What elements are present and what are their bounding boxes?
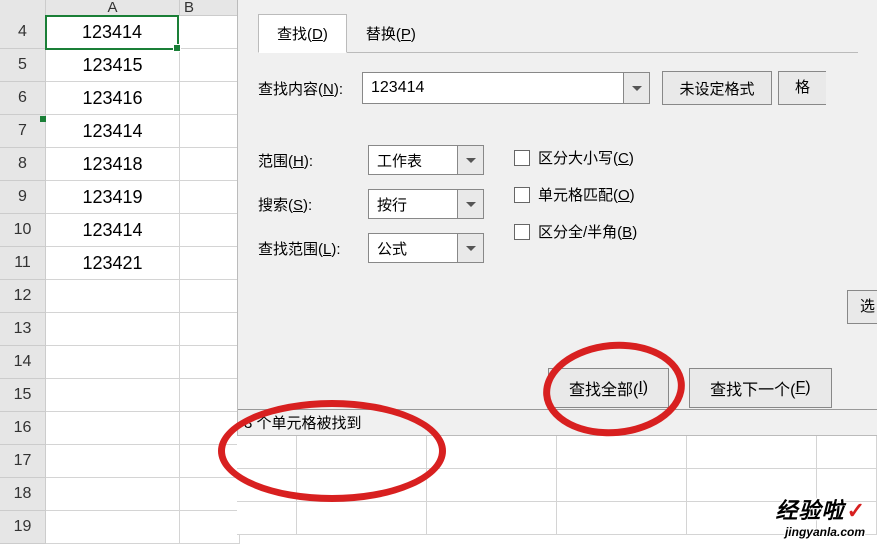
cell[interactable] bbox=[180, 478, 240, 511]
cell[interactable] bbox=[180, 49, 240, 82]
find-status-bar: 3 个单元格被找到 bbox=[238, 409, 877, 435]
scope-select[interactable]: 工作表 bbox=[368, 145, 458, 175]
lookin-label: 查找范围(L): bbox=[258, 238, 368, 259]
row-header[interactable]: 5 bbox=[0, 49, 46, 82]
row-header[interactable]: 15 bbox=[0, 379, 46, 412]
cell[interactable]: 123419 bbox=[46, 181, 180, 214]
cell[interactable] bbox=[180, 181, 240, 214]
cell[interactable] bbox=[180, 313, 240, 346]
cell[interactable] bbox=[46, 445, 180, 478]
row-header[interactable]: 8 bbox=[0, 148, 46, 181]
row-header[interactable]: 9 bbox=[0, 181, 46, 214]
row-header[interactable]: 4 bbox=[0, 16, 46, 49]
search-label: 搜索(S): bbox=[258, 194, 368, 215]
cell[interactable] bbox=[180, 148, 240, 181]
row-header[interactable]: 6 bbox=[0, 82, 46, 115]
find-all-button[interactable]: 查找全部(I) bbox=[548, 368, 669, 408]
cell[interactable] bbox=[46, 511, 180, 544]
search-chevron[interactable] bbox=[458, 189, 484, 219]
find-what-input[interactable] bbox=[362, 72, 624, 104]
scope-chevron[interactable] bbox=[458, 145, 484, 175]
format-preview-button[interactable]: 未设定格式 bbox=[662, 71, 772, 105]
cell[interactable] bbox=[427, 502, 557, 535]
cell[interactable] bbox=[180, 115, 240, 148]
row-header[interactable]: 13 bbox=[0, 313, 46, 346]
chevron-down-icon bbox=[466, 202, 476, 207]
cell[interactable] bbox=[46, 478, 180, 511]
cell[interactable] bbox=[46, 346, 180, 379]
cell[interactable] bbox=[180, 214, 240, 247]
lookin-chevron[interactable] bbox=[458, 233, 484, 263]
watermark: 经验啦✓ jingyanla.com bbox=[776, 493, 865, 539]
search-select[interactable]: 按行 bbox=[368, 189, 458, 219]
cell[interactable] bbox=[297, 436, 427, 469]
find-replace-dialog: 查找(D) 替换(P) 查找内容(N): 未设定格式 格 范围(H): 工作表 bbox=[237, 0, 877, 436]
cell[interactable] bbox=[46, 280, 180, 313]
check-icon: ✓ bbox=[847, 498, 865, 523]
cell[interactable] bbox=[557, 469, 687, 502]
cell[interactable]: 123414 bbox=[46, 115, 180, 148]
cell[interactable] bbox=[46, 313, 180, 346]
find-next-button[interactable]: 查找下一个(F) bbox=[689, 368, 831, 408]
match-case-checkbox[interactable] bbox=[514, 150, 530, 166]
row-header[interactable]: 10 bbox=[0, 214, 46, 247]
cell[interactable]: 123415 bbox=[46, 49, 180, 82]
row-header[interactable]: 12 bbox=[0, 280, 46, 313]
cell[interactable] bbox=[180, 346, 240, 379]
match-width-label: 区分全/半角(B) bbox=[538, 221, 637, 242]
row-header[interactable]: 17 bbox=[0, 445, 46, 478]
cell[interactable] bbox=[180, 445, 240, 478]
cell[interactable] bbox=[817, 436, 877, 469]
cell[interactable] bbox=[180, 412, 240, 445]
cell[interactable] bbox=[179, 16, 239, 49]
match-case-label: 区分大小写(C) bbox=[538, 147, 634, 168]
row-header[interactable]: 18 bbox=[0, 478, 46, 511]
cell[interactable] bbox=[237, 436, 297, 469]
cell-a4-active[interactable]: 123414 bbox=[45, 15, 179, 50]
select-all-corner[interactable] bbox=[0, 0, 46, 16]
match-entire-label: 单元格匹配(O) bbox=[538, 184, 635, 205]
cell[interactable] bbox=[427, 436, 557, 469]
col-header-a[interactable]: A bbox=[46, 0, 180, 16]
find-history-dropdown[interactable] bbox=[624, 72, 650, 104]
cell[interactable] bbox=[180, 379, 240, 412]
col-header-b[interactable]: B bbox=[180, 0, 240, 16]
chevron-down-icon bbox=[466, 246, 476, 251]
match-width-checkbox[interactable] bbox=[514, 224, 530, 240]
row-header[interactable]: 14 bbox=[0, 346, 46, 379]
row-header[interactable]: 11 bbox=[0, 247, 46, 280]
cell[interactable] bbox=[237, 469, 297, 502]
chevron-down-icon bbox=[466, 158, 476, 163]
cell[interactable] bbox=[46, 379, 180, 412]
cell[interactable] bbox=[557, 502, 687, 535]
cell[interactable] bbox=[557, 436, 687, 469]
row-active-marker bbox=[40, 116, 46, 122]
cell[interactable] bbox=[180, 247, 240, 280]
spreadsheet-grid: A B 4123414 5123415 6123416 7123414 8123… bbox=[0, 0, 240, 544]
cell[interactable] bbox=[297, 469, 427, 502]
tab-find[interactable]: 查找(D) bbox=[258, 14, 347, 53]
chevron-down-icon bbox=[632, 86, 642, 91]
tab-replace[interactable]: 替换(P) bbox=[347, 14, 435, 53]
cell[interactable] bbox=[427, 469, 557, 502]
format-button-partial[interactable]: 格 bbox=[778, 71, 826, 105]
scope-label: 范围(H): bbox=[258, 150, 368, 171]
cell[interactable]: 123414 bbox=[46, 214, 180, 247]
cell[interactable] bbox=[180, 280, 240, 313]
cell[interactable] bbox=[180, 511, 240, 544]
cell[interactable] bbox=[180, 82, 240, 115]
cell[interactable] bbox=[46, 412, 180, 445]
cell[interactable]: 123416 bbox=[46, 82, 180, 115]
row-header[interactable]: 19 bbox=[0, 511, 46, 544]
row-header[interactable]: 16 bbox=[0, 412, 46, 445]
options-button-partial[interactable]: 选 bbox=[847, 290, 877, 324]
cell[interactable]: 123418 bbox=[46, 148, 180, 181]
cell[interactable] bbox=[687, 436, 817, 469]
cell[interactable] bbox=[297, 502, 427, 535]
cell[interactable] bbox=[237, 502, 297, 535]
match-entire-checkbox[interactable] bbox=[514, 187, 530, 203]
cell[interactable]: 123421 bbox=[46, 247, 180, 280]
find-what-label: 查找内容(N): bbox=[258, 78, 362, 99]
lookin-select[interactable]: 公式 bbox=[368, 233, 458, 263]
